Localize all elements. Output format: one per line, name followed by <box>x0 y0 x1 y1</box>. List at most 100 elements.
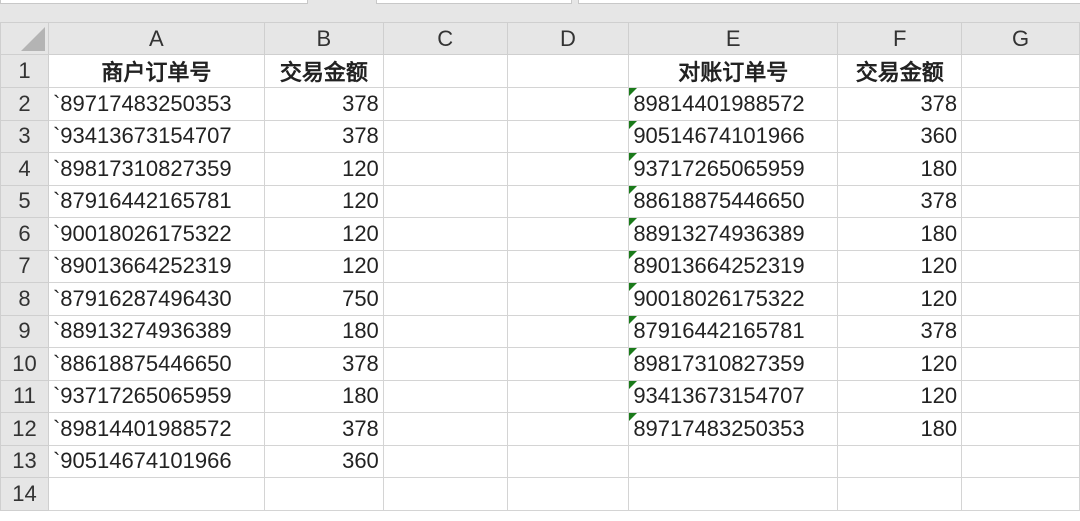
cell-b3[interactable]: 378 <box>263 119 384 153</box>
cell-d12[interactable] <box>506 412 630 446</box>
cell-e1[interactable]: 对账订单号 <box>628 54 839 88</box>
cell-f8[interactable]: 120 <box>837 282 963 316</box>
cell-g2[interactable] <box>961 87 1080 121</box>
cell-g12[interactable] <box>961 412 1080 446</box>
cell-d7[interactable] <box>506 249 630 283</box>
cell-e9[interactable]: 87916442165781 <box>628 314 839 348</box>
cell-b8[interactable]: 750 <box>263 282 384 316</box>
cell-b10[interactable]: 378 <box>263 347 384 381</box>
cell-d4[interactable] <box>506 152 630 186</box>
row-header-10[interactable]: 10 <box>0 347 49 381</box>
number-stored-as-text-flag-icon[interactable] <box>629 218 638 226</box>
cell-d3[interactable] <box>506 119 630 153</box>
cell-d2[interactable] <box>506 87 630 121</box>
number-stored-as-text-flag-icon[interactable] <box>629 153 638 161</box>
select-all-button[interactable] <box>0 22 49 55</box>
cell-g7[interactable] <box>961 249 1080 283</box>
cell-d14[interactable] <box>506 477 630 511</box>
cell-g11[interactable] <box>961 379 1080 413</box>
cell-f11[interactable]: 120 <box>837 379 963 413</box>
row-header-11[interactable]: 11 <box>0 379 49 413</box>
cell-c2[interactable] <box>382 87 508 121</box>
row-header-8[interactable]: 8 <box>0 282 49 316</box>
cell-d1[interactable] <box>506 54 630 88</box>
cell-b7[interactable]: 120 <box>263 249 384 283</box>
cell-a6[interactable]: `90018026175322 <box>47 217 265 251</box>
cell-a2[interactable]: `89717483250353 <box>47 87 265 121</box>
cell-b1[interactable]: 交易金额 <box>263 54 384 88</box>
cell-e2[interactable]: 89814401988572 <box>628 87 839 121</box>
cell-d5[interactable] <box>506 184 630 218</box>
cell-f9[interactable]: 378 <box>837 314 963 348</box>
cell-d6[interactable] <box>506 217 630 251</box>
cell-e14[interactable] <box>628 477 839 511</box>
name-box[interactable] <box>0 0 308 4</box>
cell-a9[interactable]: `88913274936389 <box>47 314 265 348</box>
row-header-6[interactable]: 6 <box>0 217 49 251</box>
row-header-14[interactable]: 14 <box>0 477 49 511</box>
cell-g5[interactable] <box>961 184 1080 218</box>
cell-f10[interactable]: 120 <box>837 347 963 381</box>
row-header-12[interactable]: 12 <box>0 412 49 446</box>
cell-c8[interactable] <box>382 282 508 316</box>
column-header-g[interactable]: G <box>961 22 1080 55</box>
cell-a8[interactable]: `87916287496430 <box>47 282 265 316</box>
cell-e7[interactable]: 89013664252319 <box>628 249 839 283</box>
cell-e12[interactable]: 89717483250353 <box>628 412 839 446</box>
column-header-c[interactable]: C <box>382 22 508 55</box>
row-header-3[interactable]: 3 <box>0 119 49 153</box>
column-header-a[interactable]: A <box>47 22 265 55</box>
cell-c13[interactable] <box>382 444 508 478</box>
cell-b11[interactable]: 180 <box>263 379 384 413</box>
row-header-4[interactable]: 4 <box>0 152 49 186</box>
cell-c9[interactable] <box>382 314 508 348</box>
cell-g4[interactable] <box>961 152 1080 186</box>
column-header-e[interactable]: E <box>628 22 839 55</box>
cell-b13[interactable]: 360 <box>263 444 384 478</box>
number-stored-as-text-flag-icon[interactable] <box>629 185 638 194</box>
cell-b14[interactable] <box>263 477 384 511</box>
column-header-b[interactable]: B <box>263 22 384 55</box>
row-header-5[interactable]: 5 <box>0 184 49 218</box>
cell-c10[interactable] <box>382 347 508 381</box>
cell-e6[interactable]: 88913274936389 <box>628 217 839 251</box>
cell-c14[interactable] <box>382 477 508 511</box>
cell-d10[interactable] <box>506 347 630 381</box>
cell-a13[interactable]: `90514674101966 <box>47 444 265 478</box>
cell-c4[interactable] <box>382 152 508 186</box>
cell-b9[interactable]: 180 <box>263 314 384 348</box>
column-header-d[interactable]: D <box>506 22 630 55</box>
cell-a5[interactable]: `87916442165781 <box>47 184 265 218</box>
cell-a1[interactable]: 商户订单号 <box>47 54 265 88</box>
cell-g6[interactable] <box>961 217 1080 251</box>
cell-b5[interactable]: 120 <box>263 184 384 218</box>
cell-c11[interactable] <box>382 379 508 413</box>
cell-e13[interactable] <box>628 444 839 478</box>
cell-f6[interactable]: 180 <box>837 217 963 251</box>
cell-d9[interactable] <box>506 314 630 348</box>
row-header-2[interactable]: 2 <box>0 87 49 121</box>
cell-c5[interactable] <box>382 184 508 218</box>
cell-b6[interactable]: 120 <box>263 217 384 251</box>
cell-d13[interactable] <box>506 444 630 478</box>
cell-f14[interactable] <box>837 477 963 511</box>
cell-a3[interactable]: `93413673154707 <box>47 119 265 153</box>
row-header-9[interactable]: 9 <box>0 314 49 348</box>
cell-f1[interactable]: 交易金额 <box>837 54 963 88</box>
number-stored-as-text-flag-icon[interactable] <box>629 315 638 324</box>
row-header-7[interactable]: 7 <box>0 249 49 283</box>
cell-c1[interactable] <box>382 54 508 88</box>
cell-a14[interactable] <box>47 477 265 511</box>
number-stored-as-text-flag-icon[interactable] <box>629 283 638 291</box>
cell-c6[interactable] <box>382 217 508 251</box>
cell-f12[interactable]: 180 <box>837 412 963 446</box>
column-header-f[interactable]: F <box>837 22 963 55</box>
cell-a12[interactable]: `89814401988572 <box>47 412 265 446</box>
cell-g13[interactable] <box>961 444 1080 478</box>
number-stored-as-text-flag-icon[interactable] <box>629 88 638 96</box>
cell-c7[interactable] <box>382 249 508 283</box>
number-stored-as-text-flag-icon[interactable] <box>629 348 638 356</box>
cell-c3[interactable] <box>382 119 508 153</box>
cell-g9[interactable] <box>961 314 1080 348</box>
cell-e4[interactable]: 93717265065959 <box>628 152 839 186</box>
